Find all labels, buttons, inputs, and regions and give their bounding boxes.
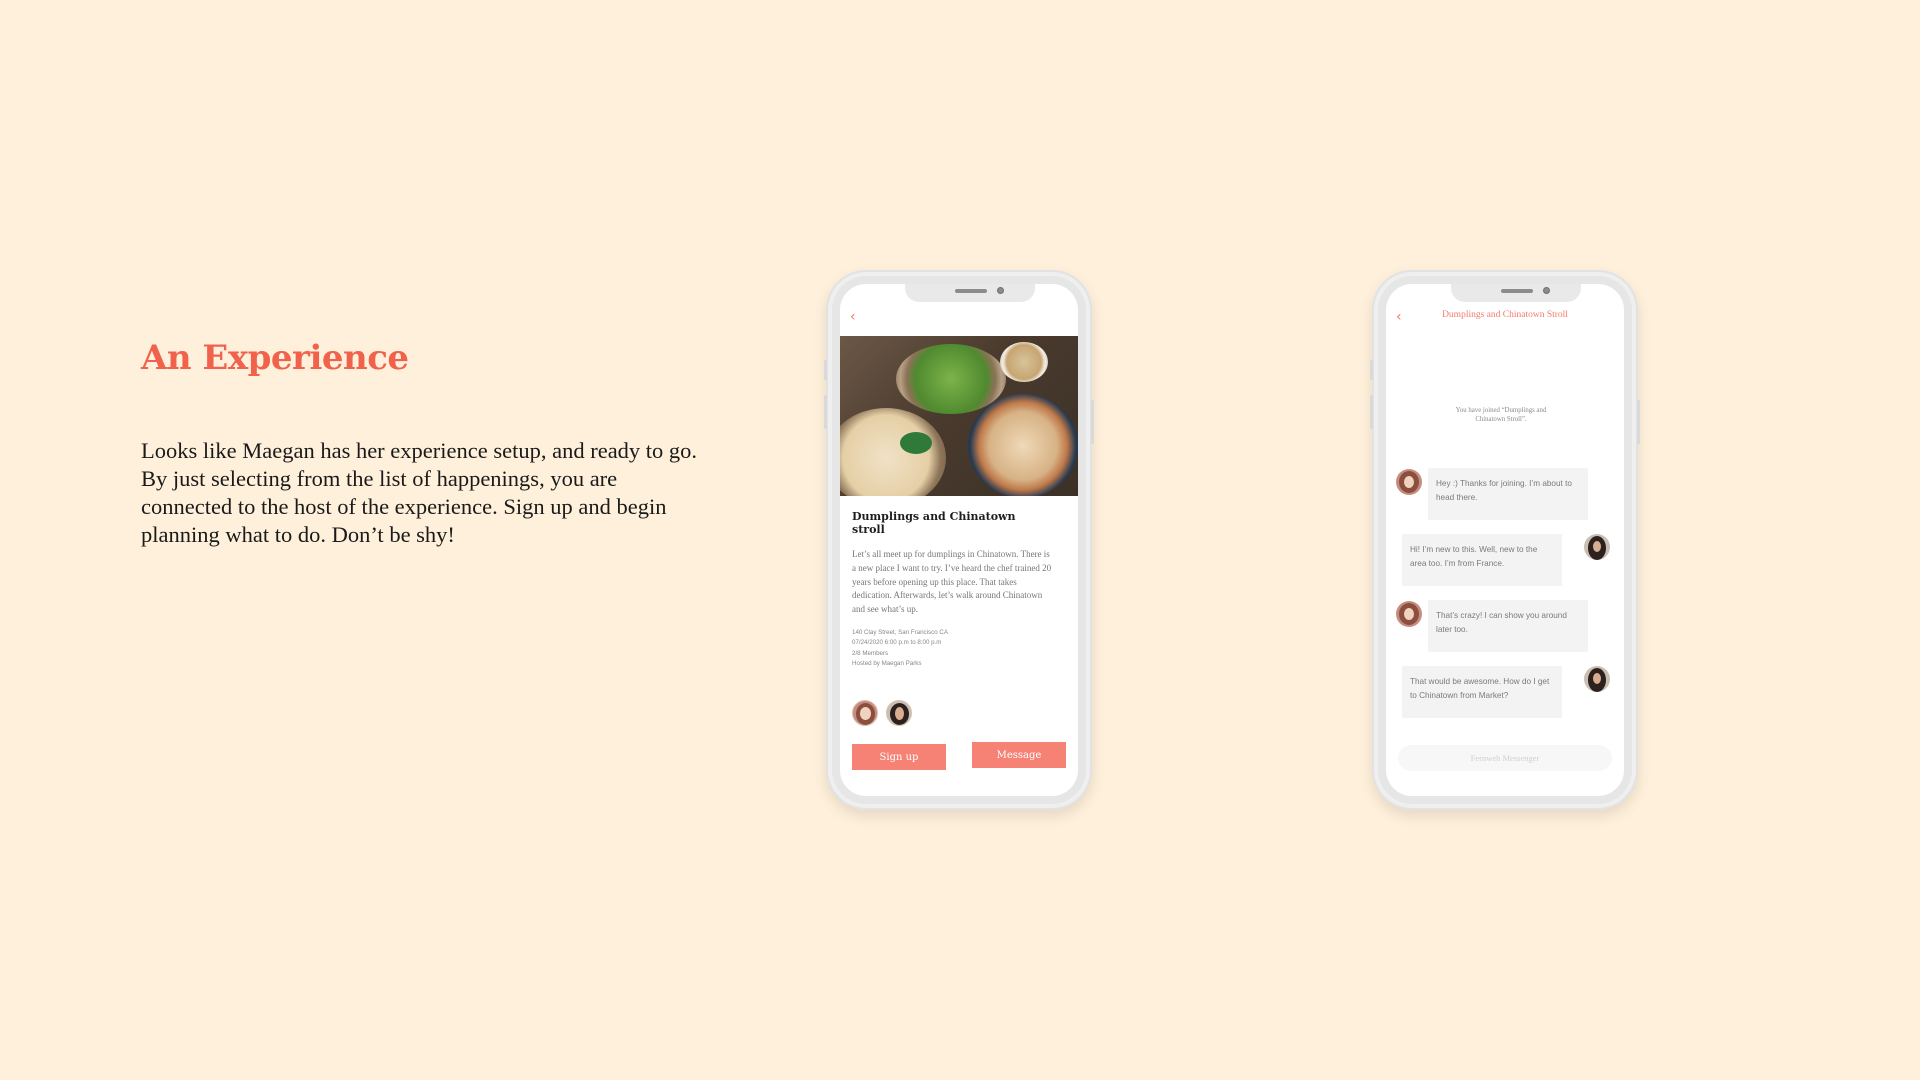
avatar-face [1404,476,1414,488]
chat-bubble-received: Hey :) Thanks for joining. I’m about to … [1428,468,1588,520]
host-avatar[interactable] [1396,469,1422,495]
phone-notch [905,284,1035,302]
phone-event-detail: ‹ Dumplings and Chinatown stroll Let’s a… [824,270,1094,810]
event-address: 140 Clay Street, San Francisco CA [852,629,948,636]
avatar-face [1404,608,1414,620]
event-members: 2/8 Members [852,649,889,657]
chat-title: Dumplings and Chinatown Stroll [1442,310,1568,320]
signup-button[interactable]: Sign up [852,744,946,770]
host-avatar[interactable] [1396,601,1422,627]
phone-side-button [824,395,827,429]
phone-side-button [1091,400,1094,444]
back-icon[interactable]: ‹ [850,310,864,324]
avatar-face [1593,673,1601,684]
event-title: Dumplings and Chinatown stroll [852,510,1016,536]
phone-screen: ‹ Dumplings and Chinatown Stroll You hav… [1386,284,1624,796]
avatar-face [895,707,904,720]
chat-bubble-sent: That would be awesome. How do I get to C… [1402,666,1562,718]
message-input[interactable]: Fernweh Messenger [1398,745,1612,771]
greens-garnish [900,432,932,454]
fried-dumpling-plate [968,394,1078,496]
phone-side-button [1637,400,1640,444]
event-host: Hosted by Maegan Parks [852,659,922,667]
avatar-face [1593,541,1601,552]
slide-heading: An Experience [141,338,409,378]
phone-side-button [1370,360,1373,380]
speaker-grille [955,289,987,293]
speaker-grille [1501,289,1533,293]
event-description: Let’s all meet up for dumplings in China… [852,549,1052,615]
dumpling-plate [840,408,946,496]
chat-bubble-sent: Hi! I’m new to this. Well, new to the ar… [1402,534,1562,586]
phone-chat: ‹ Dumplings and Chinatown Stroll You hav… [1370,270,1640,810]
phone-notch [1451,284,1581,302]
phone-screen: ‹ Dumplings and Chinatown stroll Let’s a… [840,284,1078,796]
phone-side-button [1370,395,1373,429]
user-avatar[interactable] [1584,666,1610,692]
camera-icon [997,287,1004,294]
system-message: You have joined “Dumplings and Chinatown… [1455,407,1547,423]
event-meta: 140 Clay Street, San Francisco CA 07/24/… [852,628,1052,669]
chat-bubble-received: That’s crazy! I can show you around late… [1428,600,1588,652]
event-datetime: 07/24/2020 6:00 p.m to 8:00 p.m [852,639,942,647]
user-avatar[interactable] [1584,534,1610,560]
slide-body: Looks like Maegan has her experience set… [141,438,698,547]
soup-bowl [1000,342,1048,382]
message-button[interactable]: Message [972,742,1066,768]
dumplings-photo [840,336,1078,496]
camera-icon [1543,287,1550,294]
avatar-face [860,707,871,720]
member-avatar[interactable] [852,700,878,726]
member-avatar[interactable] [886,700,912,726]
phone-side-button [824,360,827,380]
